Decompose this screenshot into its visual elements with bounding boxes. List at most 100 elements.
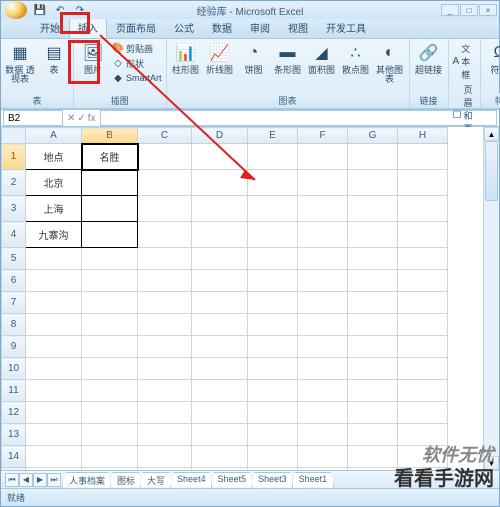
cell-D12[interactable] [192,402,248,424]
office-button[interactable] [5,1,27,19]
fx-icon[interactable]: fx [88,113,96,124]
vertical-scrollbar[interactable]: ▲ ▼ [483,127,499,470]
tab-view[interactable]: 视图 [279,16,317,38]
cell-B14[interactable] [82,446,138,468]
row-header-13[interactable]: 13 [2,424,26,446]
cell-F3[interactable] [298,196,348,222]
cell-G11[interactable] [348,380,398,402]
cell-B6[interactable] [82,270,138,292]
cell-F4[interactable] [298,222,348,248]
cell-E10[interactable] [248,358,298,380]
cell-H2[interactable] [398,170,448,196]
row-header-6[interactable]: 6 [2,270,26,292]
cell-F2[interactable] [298,170,348,196]
cell-G5[interactable] [348,248,398,270]
cell-F1[interactable] [298,144,348,170]
tab-developer[interactable]: 开发工具 [317,16,375,38]
cell-B2[interactable] [82,170,138,196]
cell-B9[interactable] [82,336,138,358]
cell-F8[interactable] [298,314,348,336]
col-header-D[interactable]: D [192,128,248,144]
cell-C12[interactable] [138,402,192,424]
tab-home[interactable]: 开始 [31,16,69,38]
sheet-tab-4[interactable]: Sheet5 [211,472,254,488]
cell-C5[interactable] [138,248,192,270]
cell-E8[interactable] [248,314,298,336]
cell-G1[interactable] [348,144,398,170]
cell-A14[interactable] [26,446,82,468]
row-header-14[interactable]: 14 [2,446,26,468]
row-header-5[interactable]: 5 [2,248,26,270]
cell-E9[interactable] [248,336,298,358]
row-header-2[interactable]: 2 [2,170,26,196]
maximize-button[interactable]: □ [460,4,478,16]
cell-A13[interactable] [26,424,82,446]
cell-F10[interactable] [298,358,348,380]
tab-formulas[interactable]: 公式 [165,16,203,38]
row-header-9[interactable]: 9 [2,336,26,358]
cell-E11[interactable] [248,380,298,402]
col-header-B[interactable]: B [82,128,138,144]
cell-H8[interactable] [398,314,448,336]
cell-C10[interactable] [138,358,192,380]
cell-F12[interactable] [298,402,348,424]
row-header-12[interactable]: 12 [2,402,26,424]
hyperlink-button[interactable]: 🔗超链接 [414,42,444,75]
cell-C7[interactable] [138,292,192,314]
cell-A10[interactable] [26,358,82,380]
row-header-3[interactable]: 3 [2,196,26,222]
cell-C2[interactable] [138,170,192,196]
cell-A3[interactable]: 上海 [26,196,82,222]
cell-C14[interactable] [138,446,192,468]
tab-review[interactable]: 审阅 [241,16,279,38]
other-button[interactable]: ◐其他图表 [375,42,405,84]
sheet-nav-next[interactable]: ▶ [33,473,47,487]
cell-D10[interactable] [192,358,248,380]
cell-C6[interactable] [138,270,192,292]
sheet-nav-prev[interactable]: ◀ [19,473,33,487]
smartart-button[interactable]: ◆SmartArt [112,72,162,84]
cell-E13[interactable] [248,424,298,446]
cell-E12[interactable] [248,402,298,424]
cell-H12[interactable] [398,402,448,424]
cell-E4[interactable] [248,222,298,248]
cell-B5[interactable] [82,248,138,270]
cell-H3[interactable] [398,196,448,222]
cell-D11[interactable] [192,380,248,402]
cell-H11[interactable] [398,380,448,402]
col-header-F[interactable]: F [298,128,348,144]
row-header-11[interactable]: 11 [2,380,26,402]
cell-D4[interactable] [192,222,248,248]
sheet-tab-1[interactable]: 图标 [110,472,142,488]
sheet-tab-6[interactable]: Sheet1 [292,472,335,488]
cell-B8[interactable] [82,314,138,336]
cell-A1[interactable]: 地点 [26,144,82,170]
name-box[interactable]: B2 [3,110,63,126]
cell-A5[interactable] [26,248,82,270]
cell-E15[interactable] [248,468,298,471]
col-header-G[interactable]: G [348,128,398,144]
cell-D14[interactable] [192,446,248,468]
row-header-4[interactable]: 4 [2,222,26,248]
cell-B13[interactable] [82,424,138,446]
cell-A2[interactable]: 北京 [26,170,82,196]
close-button[interactable]: × [479,4,497,16]
cell-G10[interactable] [348,358,398,380]
cell-E14[interactable] [248,446,298,468]
col-header-E[interactable]: E [248,128,298,144]
table-button[interactable]: ▤表 [39,42,69,75]
cell-H5[interactable] [398,248,448,270]
tab-pagelayout[interactable]: 页面布局 [107,16,165,38]
cell-E2[interactable] [248,170,298,196]
sheet-tab-5[interactable]: Sheet3 [251,472,294,488]
cell-B4[interactable] [82,222,138,248]
cell-D2[interactable] [192,170,248,196]
cell-G14[interactable] [348,446,398,468]
cell-A4[interactable]: 九寨沟 [26,222,82,248]
cell-H6[interactable] [398,270,448,292]
tab-insert[interactable]: 插入 [69,16,107,38]
cell-D9[interactable] [192,336,248,358]
cell-D3[interactable] [192,196,248,222]
formula-bar[interactable] [100,110,497,126]
cancel-icon[interactable]: ✕ [67,113,75,124]
